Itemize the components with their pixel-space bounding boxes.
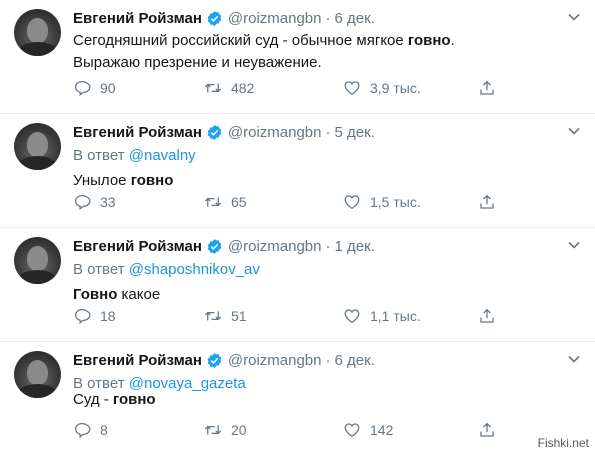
reply-button[interactable]: 33 — [73, 192, 116, 212]
verified-badge-icon — [207, 124, 222, 140]
separator-dot: · — [325, 351, 331, 369]
chevron-down-icon[interactable] — [567, 352, 581, 366]
tweet-1[interactable]: Евгений Ройзман @roizmangbn · 6 дек. Сег… — [0, 0, 595, 114]
separator-dot: · — [325, 123, 331, 141]
tweet-time[interactable]: 6 дек. — [335, 352, 375, 369]
tweet-header: Евгений Ройзман @roizmangbn · 5 дек. — [73, 122, 375, 142]
reply-count: 8 — [100, 422, 108, 438]
reply-button[interactable]: 18 — [73, 306, 116, 326]
tweet-time[interactable]: 6 дек. — [335, 10, 375, 27]
reply-button[interactable]: 8 — [73, 420, 108, 440]
tweet-text: Унылое говно — [73, 172, 174, 189]
like-button[interactable]: 142 — [343, 420, 393, 440]
like-button[interactable]: 1,1 тыс. — [343, 306, 421, 326]
separator-dot: · — [325, 237, 331, 255]
tweet-header: Евгений Ройзман @roizmangbn · 6 дек. — [73, 350, 375, 370]
share-button[interactable] — [478, 420, 505, 440]
author-handle[interactable]: @roizmangbn — [228, 238, 322, 255]
retweet-count: 65 — [231, 194, 247, 210]
heart-icon — [344, 309, 360, 324]
watermark: Fishki.net — [537, 436, 589, 450]
chevron-down-icon[interactable] — [567, 238, 581, 252]
tweet-actions: 8 20 142 — [73, 420, 513, 440]
reply-bubble-icon — [74, 80, 91, 97]
reply-context: В ответ @shaposhnikov_av — [73, 261, 260, 278]
retweet-button[interactable]: 20 — [204, 420, 247, 440]
verified-badge-icon — [207, 238, 222, 254]
chevron-down-icon[interactable] — [567, 124, 581, 138]
like-count: 1,5 тыс. — [370, 194, 421, 210]
like-count: 3,9 тыс. — [370, 80, 421, 96]
reply-count: 18 — [100, 308, 116, 324]
author-name[interactable]: Евгений Ройзман — [73, 10, 202, 27]
verified-badge-icon — [207, 352, 222, 368]
author-handle[interactable]: @roizmangbn — [228, 352, 322, 369]
reply-prefix: В ответ — [73, 261, 125, 278]
share-upload-icon — [480, 80, 494, 95]
tweet-actions: 33 65 1,5 тыс. — [73, 192, 513, 212]
reply-bubble-icon — [74, 194, 91, 211]
author-name[interactable]: Евгений Ройзман — [73, 238, 202, 255]
share-upload-icon — [480, 422, 494, 437]
share-button[interactable] — [478, 78, 505, 98]
like-count: 142 — [370, 422, 394, 438]
tweet-4[interactable]: Евгений Ройзман @roizmangbn · 6 дек. В о… — [0, 342, 595, 456]
retweet-arrows-icon — [204, 425, 222, 435]
retweet-arrows-icon — [204, 83, 222, 93]
tweet-header: Евгений Ройзман @roizmangbn · 6 дек. — [73, 8, 375, 28]
share-upload-icon — [480, 308, 494, 323]
retweet-arrows-icon — [204, 197, 222, 207]
verified-badge-icon — [207, 10, 222, 26]
chevron-down-icon[interactable] — [567, 10, 581, 24]
retweet-arrows-icon — [204, 311, 222, 321]
tweet-text: Суд - говно — [73, 391, 156, 408]
author-name[interactable]: Евгений Ройзман — [73, 124, 202, 141]
tweet-time[interactable]: 1 дек. — [335, 238, 375, 255]
avatar[interactable] — [14, 351, 61, 398]
reply-prefix: В ответ — [73, 147, 125, 164]
tweet-header: Евгений Ройзман @roizmangbn · 1 дек. — [73, 236, 375, 256]
share-upload-icon — [480, 194, 494, 209]
like-button[interactable]: 1,5 тыс. — [343, 192, 421, 212]
avatar[interactable] — [14, 123, 61, 170]
tweet-actions: 18 51 1,1 тыс. — [73, 306, 513, 326]
retweet-button[interactable]: 51 — [204, 306, 247, 326]
reply-count: 90 — [100, 80, 116, 96]
tweet-actions: 90 482 3,9 тыс. — [73, 78, 513, 98]
tweet-2[interactable]: Евгений Ройзман @roizmangbn · 5 дек. В о… — [0, 114, 595, 228]
retweet-button[interactable]: 65 — [204, 192, 247, 212]
share-button[interactable] — [478, 306, 505, 326]
heart-icon — [344, 195, 360, 210]
like-count: 1,1 тыс. — [370, 308, 421, 324]
reply-mention-link[interactable]: @shaposhnikov_av — [129, 261, 260, 278]
heart-icon — [344, 81, 360, 96]
reply-context: В ответ @navalny — [73, 147, 196, 164]
author-handle[interactable]: @roizmangbn — [228, 10, 322, 27]
retweet-button[interactable]: 482 — [204, 78, 254, 98]
retweet-count: 20 — [231, 422, 247, 438]
heart-icon — [344, 423, 360, 438]
tweet-3[interactable]: Евгений Ройзман @roizmangbn · 1 дек. В о… — [0, 228, 595, 342]
avatar[interactable] — [14, 237, 61, 284]
like-button[interactable]: 3,9 тыс. — [343, 78, 421, 98]
tweet-text: Говно какое — [73, 286, 161, 303]
separator-dot: · — [325, 9, 331, 27]
tweet-text: Сегодняшний российский суд - обычное мяг… — [73, 32, 455, 71]
reply-bubble-icon — [74, 422, 91, 439]
author-name[interactable]: Евгений Ройзман — [73, 352, 202, 369]
retweet-count: 51 — [231, 308, 247, 324]
author-handle[interactable]: @roizmangbn — [228, 124, 322, 141]
reply-bubble-icon — [74, 308, 91, 325]
reply-count: 33 — [100, 194, 116, 210]
retweet-count: 482 — [231, 80, 255, 96]
share-button[interactable] — [478, 192, 505, 212]
tweet-time[interactable]: 5 дек. — [335, 124, 375, 141]
reply-mention-link[interactable]: @navalny — [129, 147, 196, 164]
reply-button[interactable]: 90 — [73, 78, 116, 98]
avatar[interactable] — [14, 9, 61, 56]
